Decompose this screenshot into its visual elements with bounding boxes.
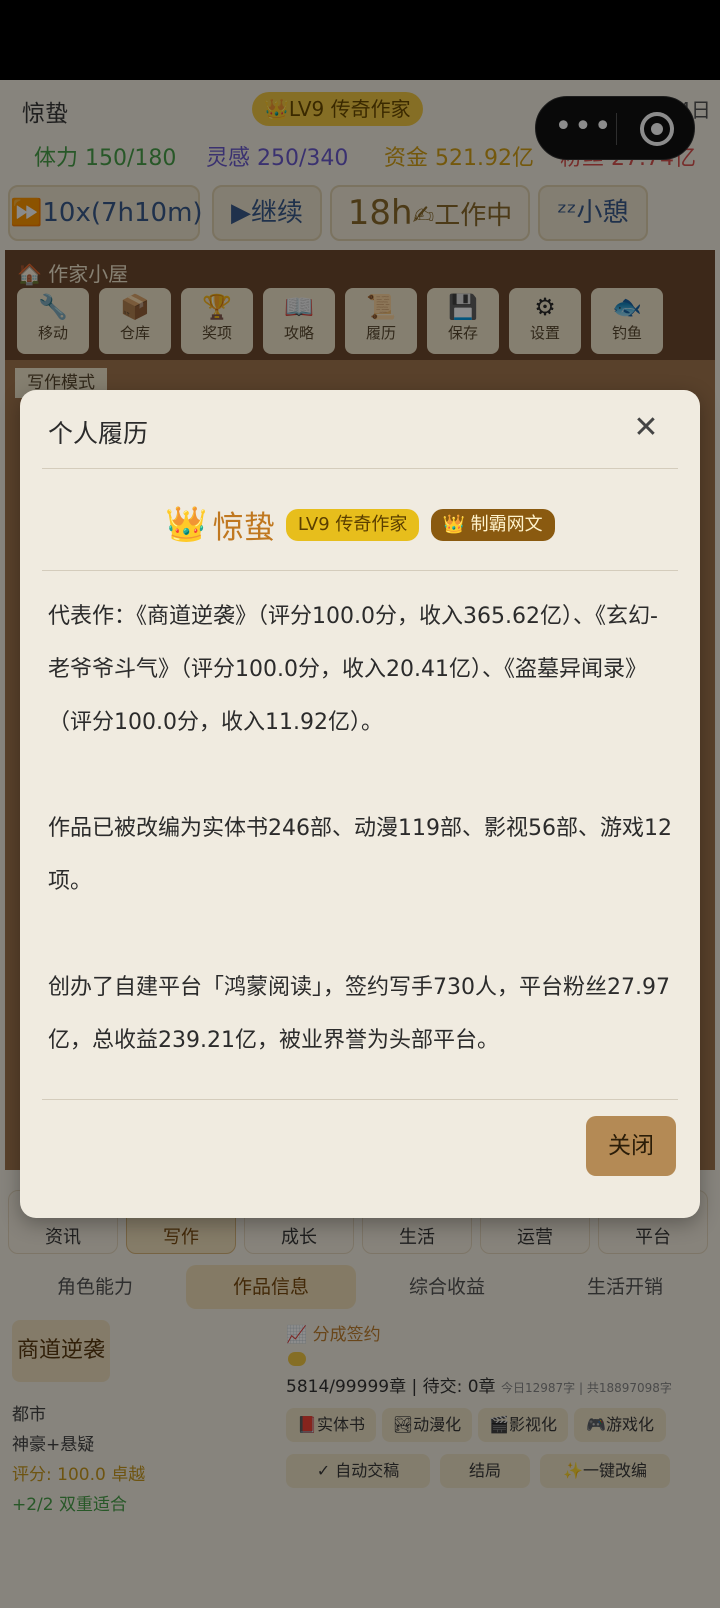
resume-paragraph-works: 代表作：《商道逆袭》（评分100.0分，收入365.62亿）、《玄幻-老爷爷斗气… [48,604,658,735]
author-name: 惊蛰 [212,510,275,546]
close-button[interactable]: 关闭 [586,1116,676,1176]
close-icon[interactable]: ✕ [624,406,668,450]
crown-icon: 👑 [165,504,208,545]
profile-row: 👑 惊蛰 LV9 传奇作家 👑 制霸网文 [20,502,700,552]
level-badge: LV9 传奇作家 [285,508,420,541]
resume-text[interactable]: 代表作：《商道逆袭》（评分100.0分，收入365.62亿）、《玄幻-老爷爷斗气… [48,590,672,1088]
resume-modal: 个人履历 ✕ 👑 惊蛰 LV9 传奇作家 👑 制霸网文 代表作：《商道逆袭》（评… [20,390,700,1218]
footer-divider [42,1099,678,1100]
modal-title: 个人履历 [48,419,149,448]
dominance-badge: 👑 制霸网文 [430,508,555,541]
resume-paragraph-platform: 创办了自建平台「鸿蒙阅读」，签约写手730人，平台粉丝27.97亿，总收益239… [48,975,670,1053]
resume-paragraph-adaptations: 作品已被改编为实体书246部、动漫119部、影视56部、游戏12项。 [48,816,672,894]
status-bar [0,0,720,80]
title-divider [42,468,678,469]
profile-divider [42,570,678,571]
